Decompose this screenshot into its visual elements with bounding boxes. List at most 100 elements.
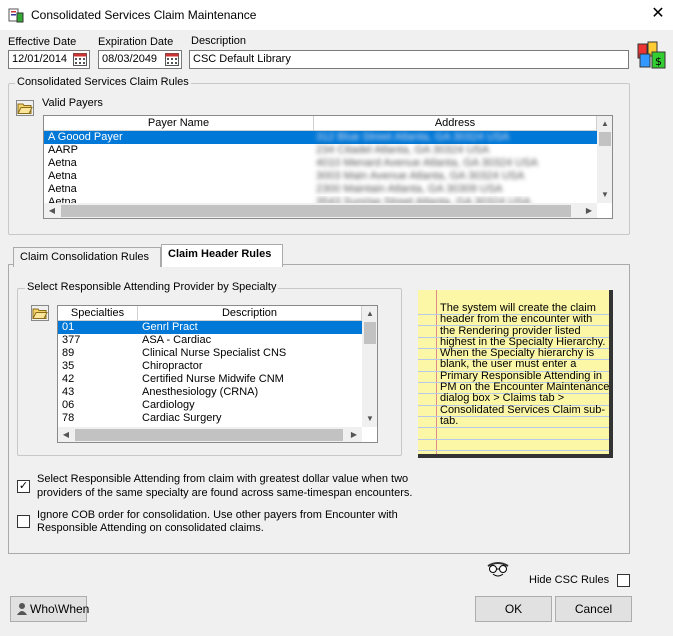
tab-claim-consolidation-rules[interactable]: Claim Consolidation Rules <box>13 247 161 267</box>
scroll-down-arrow-icon[interactable]: ▼ <box>362 411 377 427</box>
scroll-down-arrow-icon[interactable]: ▼ <box>597 187 612 203</box>
payer-name: A Goood Payer <box>48 131 123 143</box>
payer-row[interactable]: Aetna 4010 Menard Avenue Atlanta, GA 303… <box>44 157 597 170</box>
specialties-vertical-scrollbar[interactable]: ▲ ▼ <box>362 306 377 427</box>
ignore-cob-checkbox[interactable] <box>17 515 30 528</box>
scroll-right-arrow-icon[interactable]: ▶ <box>346 427 362 442</box>
user-icon <box>17 603 27 615</box>
specialty-code: 01 <box>62 321 75 333</box>
scroll-up-arrow-icon[interactable]: ▲ <box>597 116 612 132</box>
specialty-code: 06 <box>62 399 75 411</box>
spy-glasses-icon <box>487 562 509 577</box>
specialty-description: ASA - Cardiac <box>142 334 212 346</box>
greatest-dollar-label-line2: providers of the same specialty are foun… <box>37 487 413 499</box>
checkmark-icon: ✓ <box>18 480 29 492</box>
payer-address: 4010 Menard Avenue Atlanta, GA 30324 USA <box>316 157 538 169</box>
svg-text:$: $ <box>655 55 662 68</box>
description-label: Description <box>191 35 247 47</box>
ignore-cob-label-line1: Ignore COB order for consolidation. Use … <box>37 509 398 521</box>
specialty-row[interactable]: 42 Certified Nurse Midwife CNM <box>58 373 362 386</box>
payers-horizontal-scrollbar[interactable]: ◀ ▶ <box>44 203 597 218</box>
scroll-thumb[interactable] <box>364 322 376 344</box>
payer-address: 3003 Main Avenue Atlanta, GA 30324 USA <box>316 170 525 182</box>
specialty-code: 89 <box>62 347 75 359</box>
specialty-row[interactable]: 377 ASA - Cardiac <box>58 334 362 347</box>
specialty-description: Anesthesiology (CRNA) <box>142 386 259 398</box>
hide-csc-rules-label: Hide CSC Rules <box>529 574 610 586</box>
scroll-left-arrow-icon[interactable]: ◀ <box>44 203 60 218</box>
app-icon <box>8 8 24 23</box>
payer-name: Aetna <box>48 183 77 195</box>
payer-row[interactable]: AARP 234 Citadel Atlanta, GA 30324 USA <box>44 144 597 157</box>
tab-claim-header-rules[interactable]: Claim Header Rules <box>161 244 283 267</box>
column-header-payer-name[interactable]: Payer Name <box>44 116 314 131</box>
note-rule <box>418 439 609 440</box>
rules-library-icon[interactable]: $ <box>637 40 667 70</box>
payer-name: AARP <box>48 144 78 156</box>
scroll-up-arrow-icon[interactable]: ▲ <box>362 306 377 322</box>
who-when-button[interactable]: Who\When <box>10 596 90 622</box>
specialty-description: Clinical Nurse Specialist CNS <box>142 347 287 359</box>
effective-date-label: Effective Date <box>8 36 77 48</box>
calendar-icon[interactable] <box>73 53 87 66</box>
cancel-button[interactable]: Cancel <box>555 596 632 622</box>
specialty-row[interactable]: 01 Genrl Pract <box>58 321 362 334</box>
hide-csc-rules-checkbox[interactable] <box>617 574 630 587</box>
specialty-row[interactable]: 43 Anesthesiology (CRNA) <box>58 386 362 399</box>
scroll-right-arrow-icon[interactable]: ▶ <box>581 203 597 218</box>
specialty-row[interactable]: 89 Clinical Nurse Specialist CNS <box>58 347 362 360</box>
note-rule <box>418 450 609 451</box>
payer-address: 234 Citadel Atlanta, GA 30324 USA <box>316 144 490 156</box>
specialty-group-title: Select Responsible Attending Provider by… <box>25 281 279 293</box>
specialty-description: Chiropractor <box>142 360 203 372</box>
column-header-address[interactable]: Address <box>314 116 597 131</box>
payer-address: 2300 Maintain Atlanta, GA 30309 USA <box>316 183 503 195</box>
payers-grid: Payer Name Address A Goood Payer 312 Blu… <box>43 115 613 219</box>
open-folder-icon[interactable] <box>16 100 34 116</box>
scroll-thumb[interactable] <box>75 429 343 441</box>
specialty-row[interactable]: 06 Cardiology <box>58 399 362 412</box>
greatest-dollar-label-line1: Select Responsible Attending from claim … <box>37 473 409 485</box>
valid-payers-label: Valid Payers <box>42 97 103 109</box>
scroll-thumb[interactable] <box>599 132 611 146</box>
payers-vertical-scrollbar[interactable]: ▲ ▼ <box>597 116 612 203</box>
payer-name: Aetna <box>48 170 77 182</box>
specialty-description: Certified Nurse Midwife CNM <box>142 373 284 385</box>
open-folder-icon[interactable] <box>31 305 49 321</box>
specialty-description: Cardiac Surgery <box>142 412 222 424</box>
help-note: The system will create the claim header … <box>418 290 613 458</box>
close-button[interactable]: ✕ <box>648 4 668 24</box>
payers-grid-header: Payer Name Address <box>44 116 597 131</box>
specialty-code: 43 <box>62 386 75 398</box>
description-field[interactable]: CSC Default Library <box>189 50 629 69</box>
ok-button[interactable]: OK <box>475 596 552 622</box>
expiration-date-label: Expiration Date <box>98 36 174 48</box>
scroll-left-arrow-icon[interactable]: ◀ <box>58 427 74 442</box>
specialties-grid: Specialties Description 01 Genrl Pract 3… <box>57 305 378 443</box>
calendar-icon[interactable] <box>165 53 179 66</box>
greatest-dollar-checkbox[interactable]: ✓ <box>17 480 30 493</box>
specialties-grid-header: Specialties Description <box>58 306 362 321</box>
scroll-thumb[interactable] <box>61 205 571 217</box>
specialty-code: 35 <box>62 360 75 372</box>
specialty-description: Genrl Pract <box>142 321 198 333</box>
payer-row[interactable]: Aetna 2300 Maintain Atlanta, GA 30309 US… <box>44 183 597 196</box>
column-header-specialties[interactable]: Specialties <box>58 306 138 321</box>
payer-address: 312 Blue Street Atlanta, GA 30324 USA <box>316 131 510 143</box>
specialties-horizontal-scrollbar[interactable]: ◀ ▶ <box>58 427 362 442</box>
specialty-code: 78 <box>62 412 75 424</box>
payer-name: Aetna <box>48 157 77 169</box>
ignore-cob-label-line2: Responsible Attending on consolidated cl… <box>37 522 264 534</box>
payer-row[interactable]: Aetna 3003 Main Avenue Atlanta, GA 30324… <box>44 170 597 183</box>
who-when-label: Who\When <box>30 602 90 616</box>
note-text: The system will create the claim header … <box>440 302 610 427</box>
specialty-code: 42 <box>62 373 75 385</box>
rules-group-title: Consolidated Services Claim Rules <box>15 76 191 88</box>
specialty-description: Cardiology <box>142 399 195 411</box>
window-title: Consolidated Services Claim Maintenance <box>31 8 257 22</box>
column-header-description[interactable]: Description <box>138 306 362 321</box>
specialty-row[interactable]: 78 Cardiac Surgery <box>58 412 362 425</box>
payer-row[interactable]: A Goood Payer 312 Blue Street Atlanta, G… <box>44 131 597 144</box>
specialty-row[interactable]: 35 Chiropractor <box>58 360 362 373</box>
specialty-code: 377 <box>62 334 81 346</box>
